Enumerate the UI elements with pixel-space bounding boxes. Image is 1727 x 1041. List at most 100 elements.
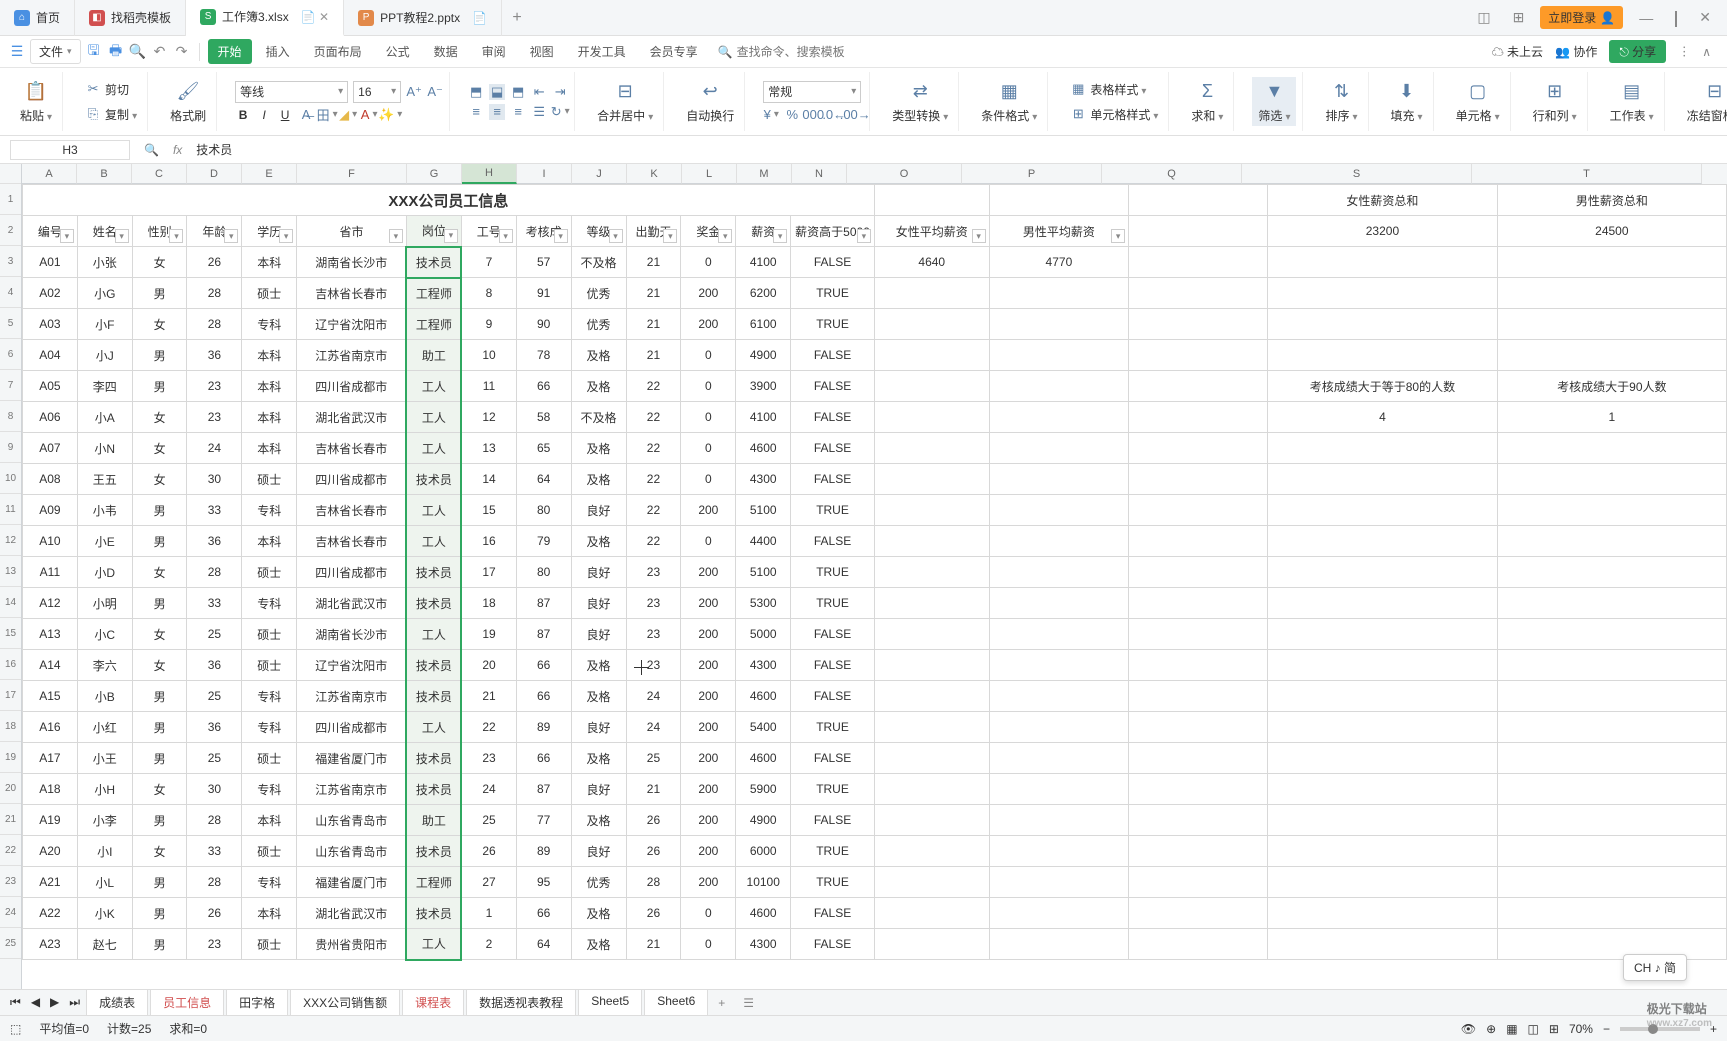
col-headers[interactable]: ABCDEFGHIJKLMNOPQST: [22, 164, 1727, 184]
name-box[interactable]: [10, 140, 130, 160]
row-headers[interactable]: 1234567891011121314151617181920212223242…: [0, 164, 22, 989]
sum-button[interactable]: Σ求和: [1187, 77, 1227, 126]
mode-icon[interactable]: ⬚: [10, 1022, 21, 1036]
sort-button[interactable]: ⇅排序: [1321, 77, 1361, 126]
sheet-add[interactable]: +: [710, 992, 733, 1014]
search-icon[interactable]: 🔍: [144, 143, 159, 157]
freeze-button[interactable]: ⊟冻结窗格: [1683, 77, 1727, 126]
menu-start[interactable]: 开始: [208, 39, 252, 64]
dec-dec-icon[interactable]: .00→: [847, 107, 863, 123]
font-color-icon[interactable]: A: [361, 107, 377, 123]
center-icon[interactable]: ⊕: [1486, 1022, 1496, 1036]
redo-icon[interactable]: ↷: [173, 43, 191, 61]
close-icon[interactable]: 📄 ✕: [301, 10, 329, 24]
search-input[interactable]: [737, 45, 877, 59]
rowcol-button[interactable]: ⊞行和列: [1529, 77, 1581, 126]
align-mid-icon[interactable]: ⬓: [489, 84, 505, 100]
type-convert[interactable]: ⇄类型转换: [888, 77, 952, 126]
sheet-tab[interactable]: 课程表: [402, 989, 464, 1017]
fill-button[interactable]: ⬇填充: [1387, 77, 1427, 126]
strike-icon[interactable]: A̶: [298, 107, 314, 123]
bold-icon[interactable]: B: [235, 107, 251, 123]
menu-formula[interactable]: 公式: [376, 39, 420, 64]
inc-font-icon[interactable]: A⁺: [406, 84, 422, 100]
currency-icon[interactable]: ¥: [763, 107, 779, 123]
underline-icon[interactable]: U: [277, 107, 293, 123]
font-select[interactable]: [235, 81, 348, 103]
size-select[interactable]: [353, 81, 401, 103]
undo-icon[interactable]: ↶: [151, 43, 169, 61]
cell-style[interactable]: ⊞单元格样式: [1066, 104, 1162, 125]
align-bot-icon[interactable]: ⬒: [510, 84, 526, 100]
save-icon[interactable]: 🖫: [85, 43, 103, 61]
login-button[interactable]: 立即登录👤: [1540, 6, 1623, 29]
menu-icon[interactable]: ☰: [8, 43, 26, 61]
cut-button[interactable]: ✂剪切: [81, 79, 141, 100]
sheet-tab[interactable]: Sheet5: [578, 989, 642, 1017]
file-menu[interactable]: 文件▾: [30, 39, 81, 64]
border-icon[interactable]: 田: [319, 107, 335, 123]
paste-button[interactable]: 📋粘贴: [16, 77, 56, 126]
menu-review[interactable]: 审阅: [472, 39, 516, 64]
wrap-button[interactable]: ↩自动换行: [682, 77, 738, 126]
close-icon[interactable]: 📄: [472, 11, 487, 25]
menu-dev[interactable]: 开发工具: [568, 39, 636, 64]
zoom-value[interactable]: 70%: [1569, 1022, 1593, 1036]
align-left-icon[interactable]: ≡: [468, 104, 484, 120]
menu-layout[interactable]: 页面布局: [304, 39, 372, 64]
indent-inc-icon[interactable]: ⇥: [552, 84, 568, 100]
table-style[interactable]: ▦表格样式: [1066, 79, 1162, 100]
sheet-tab[interactable]: 数据透视表教程: [466, 989, 576, 1017]
sheet-button[interactable]: ▤工作表: [1606, 77, 1658, 126]
percent-icon[interactable]: %: [784, 107, 800, 123]
tab-home[interactable]: ⌂首页: [0, 0, 75, 36]
apps-icon[interactable]: ⊞: [1507, 9, 1531, 26]
tab-workbook[interactable]: S工作簿3.xlsx📄 ✕: [186, 0, 344, 36]
indent-dec-icon[interactable]: ⇤: [531, 84, 547, 100]
preview-icon[interactable]: 🔍: [129, 43, 147, 61]
merge-button[interactable]: ⊟合并居中: [593, 77, 657, 126]
italic-icon[interactable]: I: [256, 107, 272, 123]
copy-button[interactable]: ⎘复制: [81, 104, 141, 125]
fill-color-icon[interactable]: ◢: [340, 107, 356, 123]
dec-font-icon[interactable]: A⁻: [427, 84, 443, 100]
sheet-tab[interactable]: XXX公司销售额: [290, 989, 400, 1017]
minimize-button[interactable]: —: [1633, 10, 1659, 26]
cell-button[interactable]: ▢单元格: [1452, 77, 1504, 126]
view-page-icon[interactable]: ◫: [1528, 1022, 1539, 1036]
cond-format[interactable]: ▦条件格式: [977, 77, 1041, 126]
tab-templates[interactable]: ◧找稻壳模板: [75, 0, 186, 36]
cloud-status[interactable]: ☁ 未上云: [1492, 43, 1543, 60]
share-button[interactable]: ⎋ 分享: [1609, 40, 1666, 63]
fx-icon[interactable]: fx: [173, 143, 182, 157]
formula-input[interactable]: 技术员: [196, 141, 1717, 158]
align-right-icon[interactable]: ≡: [510, 104, 526, 120]
eye-icon[interactable]: 👁: [1461, 1022, 1476, 1036]
sheet-tab[interactable]: Sheet6: [644, 989, 708, 1017]
view-break-icon[interactable]: ⊞: [1549, 1022, 1559, 1036]
view-normal-icon[interactable]: ▦: [1506, 1022, 1517, 1036]
menu-vip[interactable]: 会员专享: [640, 39, 708, 64]
zoom-out[interactable]: −: [1603, 1022, 1610, 1036]
comma-icon[interactable]: 000: [805, 107, 821, 123]
sheet-tab[interactable]: 员工信息: [150, 989, 224, 1017]
sheet-nav[interactable]: ⏮◀▶⏭: [6, 995, 84, 1010]
print-icon[interactable]: 🖶: [107, 43, 125, 61]
sheet-tab[interactable]: 成绩表: [86, 989, 148, 1017]
close-button[interactable]: ✕: [1693, 9, 1717, 26]
align-center-icon[interactable]: ≡: [489, 104, 505, 120]
tab-ppt[interactable]: PPPT教程2.pptx📄: [344, 0, 502, 36]
align-top-icon[interactable]: ⬒: [468, 84, 484, 100]
menu-view[interactable]: 视图: [520, 39, 564, 64]
tab-add[interactable]: +: [502, 9, 532, 27]
coop-button[interactable]: 👥 协作: [1555, 43, 1597, 60]
maximize-button[interactable]: [1669, 10, 1683, 26]
orient-icon[interactable]: ↻: [552, 104, 568, 120]
menu-closable[interactable]: 数据: [424, 39, 468, 64]
effects-icon[interactable]: ✨: [382, 107, 398, 123]
justify-icon[interactable]: ☰: [531, 104, 547, 120]
menu-insert[interactable]: 插入: [256, 39, 300, 64]
filter-button[interactable]: ▼筛选: [1252, 77, 1296, 126]
spreadsheet-grid[interactable]: XXX公司员工信息女性薪资总和男性薪资总和编号姓名性别年龄学历省市岗位工号考核成…: [22, 184, 1727, 961]
layout-icon[interactable]: ◫: [1471, 9, 1496, 26]
